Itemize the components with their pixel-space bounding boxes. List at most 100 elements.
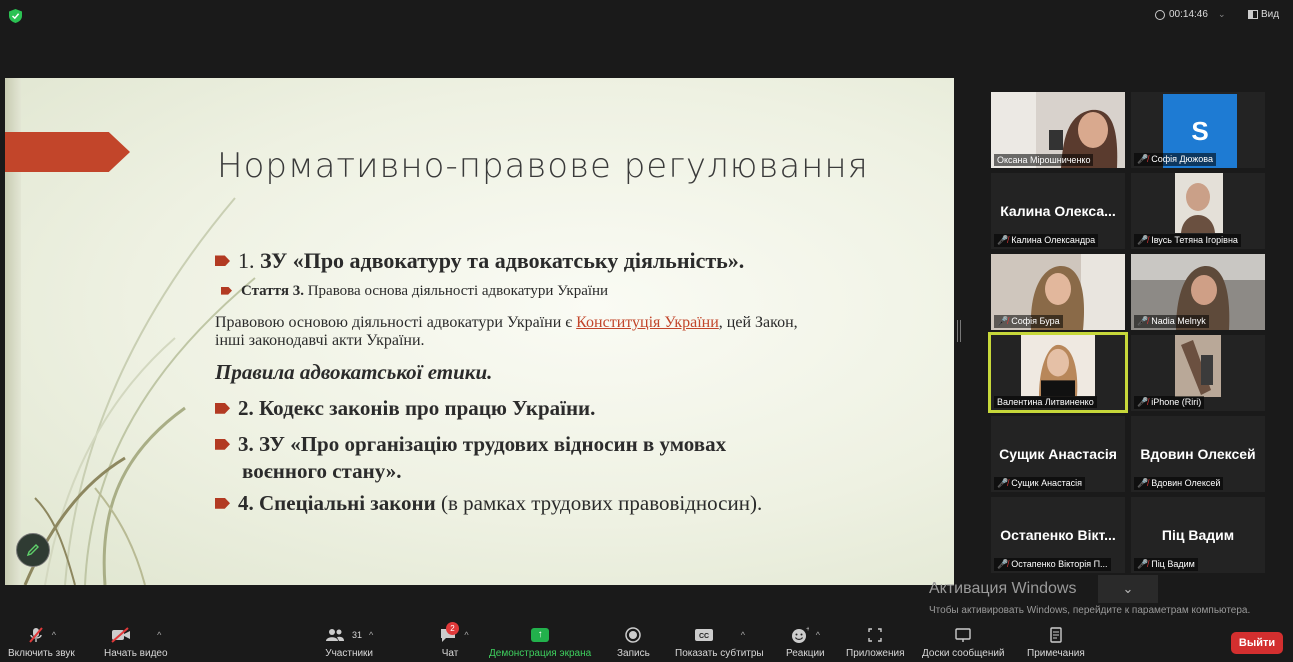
view-button[interactable]: Вид [1248,9,1279,20]
closed-captions-icon: CC [694,629,713,641]
apps-button[interactable]: Приложения [846,624,905,659]
slide-item-1: 1. ЗУ «Про адвокатуру та адвокатську дія… [215,248,744,274]
chevron-down-icon[interactable]: ⌄ [1098,575,1158,603]
notes-button[interactable]: Примечания [1027,624,1085,659]
clock-icon [1155,9,1165,20]
mic-muted-icon: 🎤̸ [997,316,1009,326]
apps-label: Приложения [846,648,905,659]
slide-title: Нормативно-правове регулювання [217,146,869,186]
participant-display-name: Піц Вадим [1161,527,1235,543]
participant-tile[interactable]: 🎤̸ Nadia Melnyk [1131,254,1265,330]
participant-tile[interactable]: 🎤̸ Софія Бура [991,254,1125,330]
whiteboards-label: Доски сообщений [922,648,1005,659]
slide-item-2: 2. Кодекс законів про працю України. [215,396,595,421]
participant-tile[interactable]: Сущик Анастасія 🎤̸ Сущик Анастасія [991,416,1125,492]
share-screen-button[interactable]: ↑ Демонстрация экрана [489,624,591,659]
participant-tile[interactable]: Оксана Мірошниченко [991,92,1125,168]
chat-button[interactable]: ^ 2 Чат [432,622,476,659]
participant-name: 🎤̸ Nadia Melnyk [1134,315,1209,328]
participant-tile-active-speaker[interactable]: Валентина Литвиненко [988,332,1128,413]
constitution-link[interactable]: Конституція України [576,314,719,331]
windows-activation-title: Активация Windows [929,580,1077,597]
mic-muted-icon: 🎤̸ [1137,559,1149,569]
show-captions-label: Показать субтитры [675,648,764,659]
view-layout-icon [1248,10,1258,19]
start-video-label: Начать видео [104,648,168,659]
participant-name: 🎤̸ Калина Олександра [994,234,1099,247]
participant-name: 🎤̸ Івусь Тетяна Ігорівна [1134,234,1241,247]
participant-tile[interactable]: 🎤̸ Івусь Тетяна Ігорівна [1131,173,1265,249]
mic-muted-icon: 🎤̸ [1137,397,1149,407]
share-screen-icon: ↑ [531,628,550,642]
view-label: Вид [1261,9,1280,20]
chat-label: Чат [441,648,459,659]
reactions-button[interactable]: + ^ Реакции [786,624,825,659]
participant-name: 🎤̸ Піц Вадим [1134,558,1198,571]
annotate-pen-button[interactable] [16,533,50,567]
bullet-arrow-icon [215,497,230,509]
mic-muted-icon: 🎤̸ [1137,478,1149,488]
bullet-arrow-icon [215,438,230,450]
bullet-arrow-icon [221,286,232,295]
pen-icon [26,544,39,557]
chevron-up-icon[interactable]: ^ [369,630,373,640]
participant-tile[interactable]: Остапенко Вікт... 🎤̸ Остапенко Вікторія П… [991,497,1125,573]
chevron-up-icon[interactable]: ^ [464,630,468,640]
svg-text:CC: CC [699,633,709,640]
participant-tile[interactable]: Вдовин Олексей 🎤̸ Вдовин Олексей [1131,416,1265,492]
windows-activation-text: Чтобы активировать Windows, перейдите к … [929,605,1251,616]
video-off-icon [111,627,131,643]
participants-label: Участники [325,648,374,659]
participants-count: 31 [352,630,363,640]
chevron-up-icon[interactable]: ^ [52,630,56,640]
participant-name: 🎤̸ Софія Бура [994,315,1063,328]
meeting-timer[interactable]: 00:14:46 ⌄ [1155,9,1225,20]
bullet-arrow-icon [215,255,230,267]
whiteboard-icon [955,628,971,642]
slide-item-4: 4. Спеціальні закони (в рамках трудових … [215,491,762,516]
start-video-button[interactable]: ^ Начать видео [104,624,168,659]
participants-button[interactable]: 31 ^ Участники [325,624,373,659]
leave-meeting-button[interactable]: Выйти [1231,632,1283,654]
participant-tile[interactable]: Піц Вадим 🎤̸ Піц Вадим [1131,497,1265,573]
record-button[interactable]: Запись [617,624,650,659]
panel-resize-handle[interactable] [957,320,961,342]
show-captions-button[interactable]: CC ^ Показать субтитры [675,624,764,659]
notes-icon [1050,627,1062,643]
chevron-up-icon[interactable]: ^ [741,630,745,640]
participant-tile[interactable]: 🎤̸ iPhone (Riri) [1131,335,1265,411]
slide-paragraph: Правовою основою діяльності адвокатури У… [215,314,798,349]
mic-muted-icon: 🎤̸ [1137,316,1149,326]
participant-name: Валентина Литвиненко [994,396,1097,408]
slide-item-3: 3. ЗУ «Про організацію трудових відносин… [215,431,726,485]
chevron-up-icon[interactable]: ^ [816,630,820,640]
mic-muted-icon [28,627,43,643]
participant-name: 🎤̸ Вдовин Олексей [1134,477,1224,490]
chat-unread-badge: 2 [446,622,459,635]
chevron-down-icon: ⌄ [1217,9,1226,19]
participant-name: 🎤̸ Остапенко Вікторія П... [994,558,1111,571]
svg-text:+: + [806,626,809,633]
participant-tile[interactable]: Калина Олекса... 🎤̸ Калина Олександра [991,173,1125,249]
notes-label: Примечания [1027,648,1085,659]
participant-display-name: Калина Олекса... [1000,203,1116,219]
whiteboards-button[interactable]: Доски сообщений [922,624,1005,659]
unmute-label: Включить звук [8,648,75,659]
encryption-shield-icon[interactable] [9,9,22,23]
participant-name: 🎤̸ Сущик Анастасія [994,477,1085,490]
mic-muted-icon: 🎤̸ [1137,235,1149,245]
mic-muted-icon: 🎤̸ [1137,154,1149,164]
record-icon [625,627,642,643]
chevron-up-icon[interactable]: ^ [157,630,161,640]
reactions-label: Реакции [786,648,825,659]
participant-tile[interactable]: S 🎤̸ Софія Дюжова [1131,92,1265,168]
unmute-button[interactable]: ^ Включить звук [8,624,75,659]
slide-article: Стаття 3. Правова основа діяльності адво… [221,283,608,300]
participant-name: Оксана Мірошниченко [994,154,1094,166]
participant-display-name: Остапенко Вікт... [1000,527,1116,543]
share-screen-label: Демонстрация экрана [489,648,592,659]
slide-ethics-heading: Правила адвокатської етики. [215,360,493,384]
shared-screen-slide: Нормативно-правове регулювання 1. ЗУ «Пр… [5,78,954,585]
participants-icon [326,629,344,641]
mic-muted-icon: 🎤̸ [997,235,1009,245]
